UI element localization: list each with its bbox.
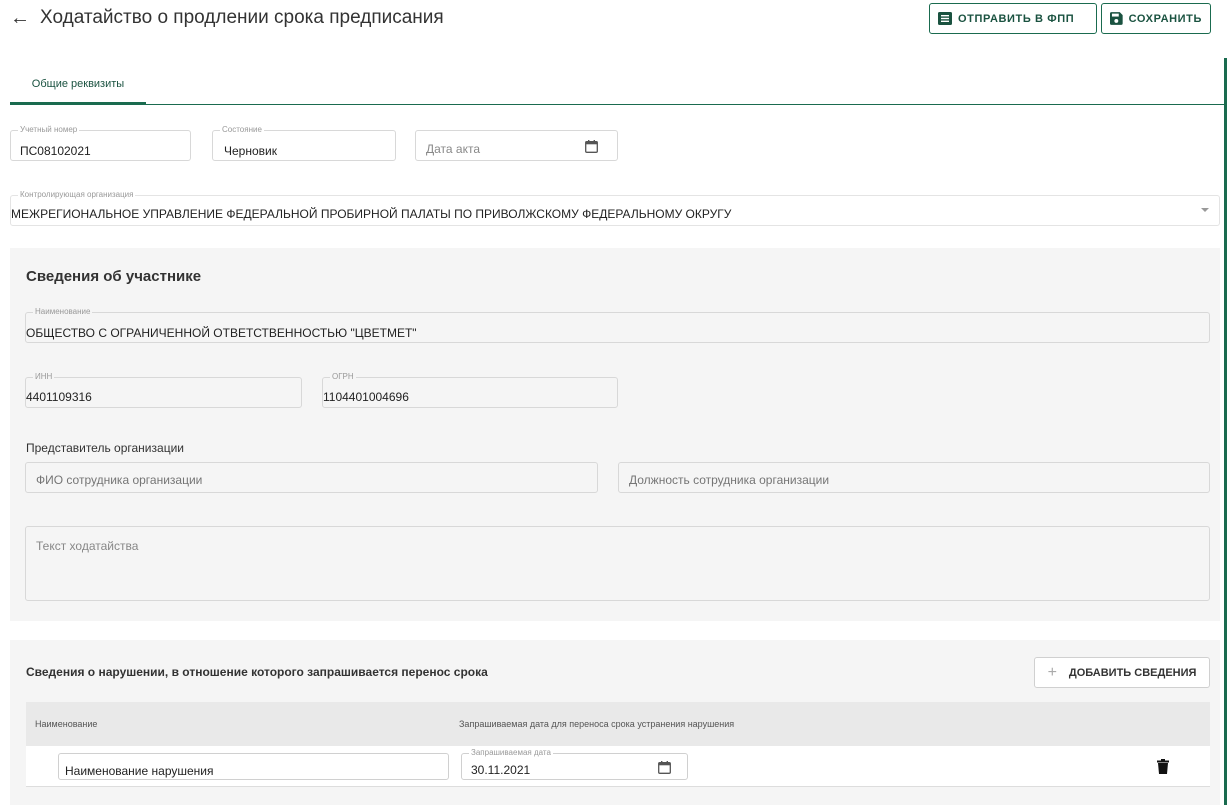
ogrn-field: ОГРН 1104401004696 [322,372,618,408]
violation-name-field[interactable]: Наименование нарушения [58,753,449,780]
participant-name-field: Наименование ОБЩЕСТВО С ОГРАНИЧЕННОЙ ОТВ… [25,307,1210,343]
status-label: Состояние [220,125,264,135]
page-title: Ходатайство о продлении срока предписани… [40,7,444,28]
requested-date-field[interactable]: Запрашиваемая дата 30.11.2021 [461,748,688,780]
list-icon [938,12,952,25]
violation-name-value: Наименование нарушения [65,764,214,778]
account-number-label: Учетный номер [18,125,80,135]
row-divider [26,786,1210,787]
representative-label: Представитель организации [26,441,184,455]
violations-section-title: Сведения о нарушении, в отношение которо… [26,665,488,679]
add-info-label: ДОБАВИТЬ СВЕДЕНИЯ [1068,666,1197,679]
trash-icon[interactable] [1157,759,1169,774]
calendar-icon[interactable] [585,140,598,153]
account-number-field[interactable]: Учетный номер ПС08102021 [10,125,191,161]
save-button-label: СОХРАНИТЬ [1128,12,1202,25]
employee-position-field[interactable] [618,462,1210,493]
requested-date-label: Запрашиваемая дата [469,748,553,758]
account-number-value: ПС08102021 [20,144,91,158]
calendar-icon[interactable] [658,761,671,774]
add-info-button[interactable]: + ДОБАВИТЬ СВЕДЕНИЯ [1034,657,1210,688]
petition-text-placeholder: Текст ходатайства [36,539,139,553]
plus-icon: + [1047,663,1057,681]
participant-section-title: Сведения об участнике [26,268,202,285]
act-date-placeholder: Дата акта [426,142,480,156]
participant-name-value: ОБЩЕСТВО С ОГРАНИЧЕННОЙ ОТВЕТСТВЕННОСТЬЮ… [26,326,417,340]
participant-name-label: Наименование [33,307,93,317]
save-button[interactable]: СОХРАНИТЬ [1101,3,1211,34]
controlling-org-select[interactable]: Контролирующая организация МЕЖРЕГИОНАЛЬН… [10,190,1220,226]
employee-name-input[interactable] [36,473,576,487]
tab-general-details[interactable]: Общие реквизиты [10,64,146,104]
ogrn-label: ОГРН [330,372,356,382]
employee-name-field[interactable] [25,462,598,493]
save-icon [1110,12,1123,25]
column-header-name: Наименование [35,719,98,729]
status-value: Черновик [224,144,277,158]
scrollbar[interactable] [1224,58,1227,805]
ogrn-value: 1104401004696 [323,390,409,404]
requested-date-value: 30.11.2021 [471,763,531,777]
send-to-fpp-button[interactable]: ОТПРАВИТЬ В ФПП [929,3,1097,34]
send-button-label: ОТПРАВИТЬ В ФПП [958,12,1075,25]
column-header-date: Запрашиваемая дата для переноса срока ус… [459,719,735,729]
controlling-org-label: Контролирующая организация [18,190,136,200]
tabs-divider [10,104,1226,105]
employee-position-input[interactable] [629,473,1189,487]
act-date-field[interactable]: Дата акта [415,130,618,161]
controlling-org-value: МЕЖРЕГИОНАЛЬНОЕ УПРАВЛЕНИЕ ФЕДЕРАЛЬНОЙ П… [11,207,732,221]
chevron-down-icon [1201,208,1209,212]
inn-value: 4401109316 [26,390,92,404]
petition-text-field[interactable]: Текст ходатайства [25,526,1210,601]
back-arrow-icon[interactable]: ← [10,6,30,30]
inn-label: ИНН [33,372,55,382]
status-field: Состояние Черновик [212,125,396,161]
inn-field: ИНН 4401109316 [25,372,302,408]
